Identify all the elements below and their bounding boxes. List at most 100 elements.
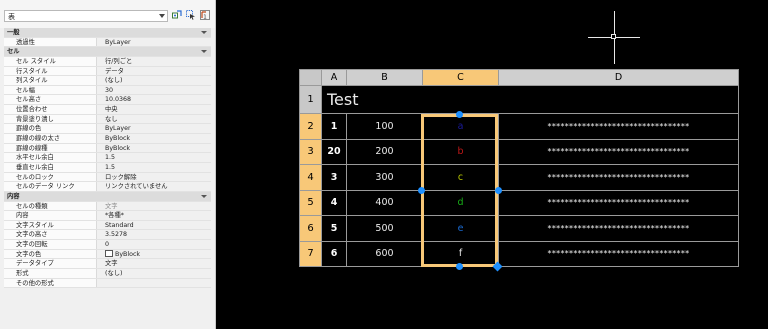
row-header[interactable]: 6 bbox=[299, 215, 322, 242]
grip-left-handle[interactable] bbox=[418, 187, 425, 194]
property-row[interactable]: セルの種類 文字 bbox=[4, 201, 211, 212]
property-value[interactable]: ロック解除 bbox=[105, 173, 211, 182]
property-row[interactable]: セル スタイル 行/列ごと bbox=[4, 56, 211, 67]
property-row[interactable]: 罫線の色 ByLayer bbox=[4, 124, 211, 135]
column-header-a[interactable]: A bbox=[321, 69, 347, 86]
property-row[interactable]: データタイプ 文字 bbox=[4, 259, 211, 270]
cell-d[interactable]: ********************************* bbox=[498, 113, 739, 140]
property-row[interactable]: セルのロック ロック解除 bbox=[4, 172, 211, 183]
property-value[interactable]: ByBlock bbox=[105, 134, 211, 143]
property-row[interactable]: 文字の高さ 3.5278 bbox=[4, 230, 211, 241]
cell-b[interactable]: 400 bbox=[346, 189, 423, 216]
property-row[interactable]: 文字の色 ByBlock bbox=[4, 249, 211, 260]
column-header-d[interactable]: D bbox=[498, 69, 739, 86]
collapse-chevron-icon[interactable] bbox=[201, 50, 207, 54]
cell-d[interactable]: ********************************* bbox=[498, 215, 739, 242]
drawing-table[interactable]: A B C D 1 Test 2 1 100 a *******************… bbox=[299, 69, 739, 267]
cell-a[interactable]: 6 bbox=[321, 240, 347, 267]
property-row[interactable]: 形式 (なし) bbox=[4, 269, 211, 279]
row-header-1[interactable]: 1 bbox=[299, 85, 322, 114]
property-value[interactable]: 文字 bbox=[105, 202, 211, 211]
property-value[interactable]: ByBlock bbox=[105, 249, 211, 259]
property-value[interactable]: ByLayer bbox=[105, 124, 211, 133]
cell-c[interactable]: b bbox=[422, 138, 499, 165]
property-label: 水平セル余白 bbox=[4, 153, 97, 162]
property-value[interactable]: ByBlock bbox=[105, 144, 211, 153]
property-row[interactable]: 垂直セル余白 1.5 bbox=[4, 162, 211, 173]
table-corner-cell[interactable] bbox=[299, 69, 322, 86]
cell-b[interactable]: 100 bbox=[346, 113, 423, 140]
property-value[interactable]: 文字 bbox=[105, 259, 211, 268]
table-title-cell[interactable]: Test bbox=[321, 85, 739, 114]
select-objects-icon[interactable] bbox=[186, 10, 196, 20]
row-header[interactable]: 2 bbox=[299, 113, 322, 140]
property-value[interactable]: 中央 bbox=[105, 105, 211, 114]
grip-bottom-handle[interactable] bbox=[456, 263, 463, 270]
property-row[interactable]: セル高さ 10.0368 bbox=[4, 95, 211, 106]
cell-b[interactable]: 500 bbox=[346, 215, 423, 242]
pickadd-toggle-icon[interactable]: 1 bbox=[200, 10, 210, 20]
cell-d[interactable]: ********************************* bbox=[498, 138, 739, 165]
property-value[interactable]: リンクされていません bbox=[105, 182, 211, 191]
property-row[interactable]: 文字の回転 0 bbox=[4, 240, 211, 250]
column-header-c[interactable]: C bbox=[422, 69, 499, 86]
property-row[interactable]: セル幅 30 bbox=[4, 85, 211, 96]
property-row[interactable]: 内容 *各種* bbox=[4, 211, 211, 221]
cell-c[interactable]: c bbox=[422, 164, 499, 191]
property-row[interactable]: 罫線の線種 ByBlock bbox=[4, 143, 211, 154]
property-value[interactable]: 10.0368 bbox=[105, 95, 211, 104]
chevron-down-icon bbox=[159, 14, 165, 18]
cell-a[interactable]: 1 bbox=[321, 113, 347, 140]
property-value[interactable]: なし bbox=[105, 115, 211, 124]
property-value[interactable]: 0 bbox=[105, 240, 211, 249]
cell-d[interactable]: ********************************* bbox=[498, 189, 739, 216]
cell-a[interactable]: 3 bbox=[321, 164, 347, 191]
property-value[interactable]: 30 bbox=[105, 86, 211, 95]
cell-a[interactable]: 4 bbox=[321, 189, 347, 216]
collapse-chevron-icon[interactable] bbox=[201, 194, 207, 198]
property-value[interactable]: データ bbox=[105, 67, 211, 76]
row-header[interactable]: 4 bbox=[299, 164, 322, 191]
quick-select-icon[interactable] bbox=[172, 10, 182, 20]
property-row[interactable]: 文字スタイル Standard bbox=[4, 220, 211, 231]
category-header[interactable]: 一般 bbox=[4, 28, 211, 38]
category-header[interactable]: セル bbox=[4, 47, 211, 57]
property-row[interactable]: 位置合わせ 中央 bbox=[4, 105, 211, 115]
property-row[interactable]: 背景塗り潰し なし bbox=[4, 114, 211, 125]
cell-c[interactable]: d bbox=[422, 189, 499, 216]
property-row[interactable]: 罫線の線の太さ ByBlock bbox=[4, 134, 211, 144]
property-value[interactable]: (なし) bbox=[105, 76, 211, 85]
property-row[interactable]: セルのデータ リンク リンクされていません bbox=[4, 182, 211, 192]
cell-b[interactable]: 600 bbox=[346, 240, 423, 267]
property-row[interactable]: 列スタイル (なし) bbox=[4, 76, 211, 86]
cell-b[interactable]: 300 bbox=[346, 164, 423, 191]
grip-top-handle[interactable] bbox=[456, 111, 463, 118]
row-header[interactable]: 5 bbox=[299, 189, 322, 216]
cell-a[interactable]: 5 bbox=[321, 215, 347, 242]
cell-b[interactable]: 200 bbox=[346, 138, 423, 165]
cell-c[interactable]: e bbox=[422, 215, 499, 242]
object-type-dropdown[interactable]: 表 bbox=[4, 10, 168, 22]
property-row[interactable]: 水平セル余白 1.5 bbox=[4, 153, 211, 163]
grip-right-handle[interactable] bbox=[495, 187, 502, 194]
cell-a[interactable]: 20 bbox=[321, 138, 347, 165]
collapse-chevron-icon[interactable] bbox=[201, 31, 207, 34]
cell-d[interactable]: ********************************* bbox=[498, 164, 739, 191]
column-header-b[interactable]: B bbox=[346, 69, 423, 86]
property-row[interactable]: 透過性 ByLayer bbox=[4, 37, 211, 48]
category-header[interactable]: 内容 bbox=[4, 191, 211, 202]
property-value[interactable]: 行/列ごと bbox=[105, 57, 211, 66]
property-row[interactable]: 行スタイル データ bbox=[4, 66, 211, 77]
property-value[interactable]: 1.5 bbox=[105, 163, 211, 172]
property-value[interactable]: 3.5278 bbox=[105, 230, 211, 239]
property-row[interactable]: その他の形式 bbox=[4, 278, 211, 289]
property-value[interactable]: (なし) bbox=[105, 269, 211, 278]
property-value[interactable]: ByLayer bbox=[105, 38, 211, 47]
row-header[interactable]: 7 bbox=[299, 240, 322, 267]
property-value[interactable]: Standard bbox=[105, 221, 211, 230]
property-label: 文字スタイル bbox=[4, 220, 97, 230]
row-header[interactable]: 3 bbox=[299, 138, 322, 165]
property-value[interactable]: 1.5 bbox=[105, 153, 211, 162]
property-value[interactable]: *各種* bbox=[105, 211, 211, 220]
cell-d[interactable]: ********************************* bbox=[498, 240, 739, 267]
